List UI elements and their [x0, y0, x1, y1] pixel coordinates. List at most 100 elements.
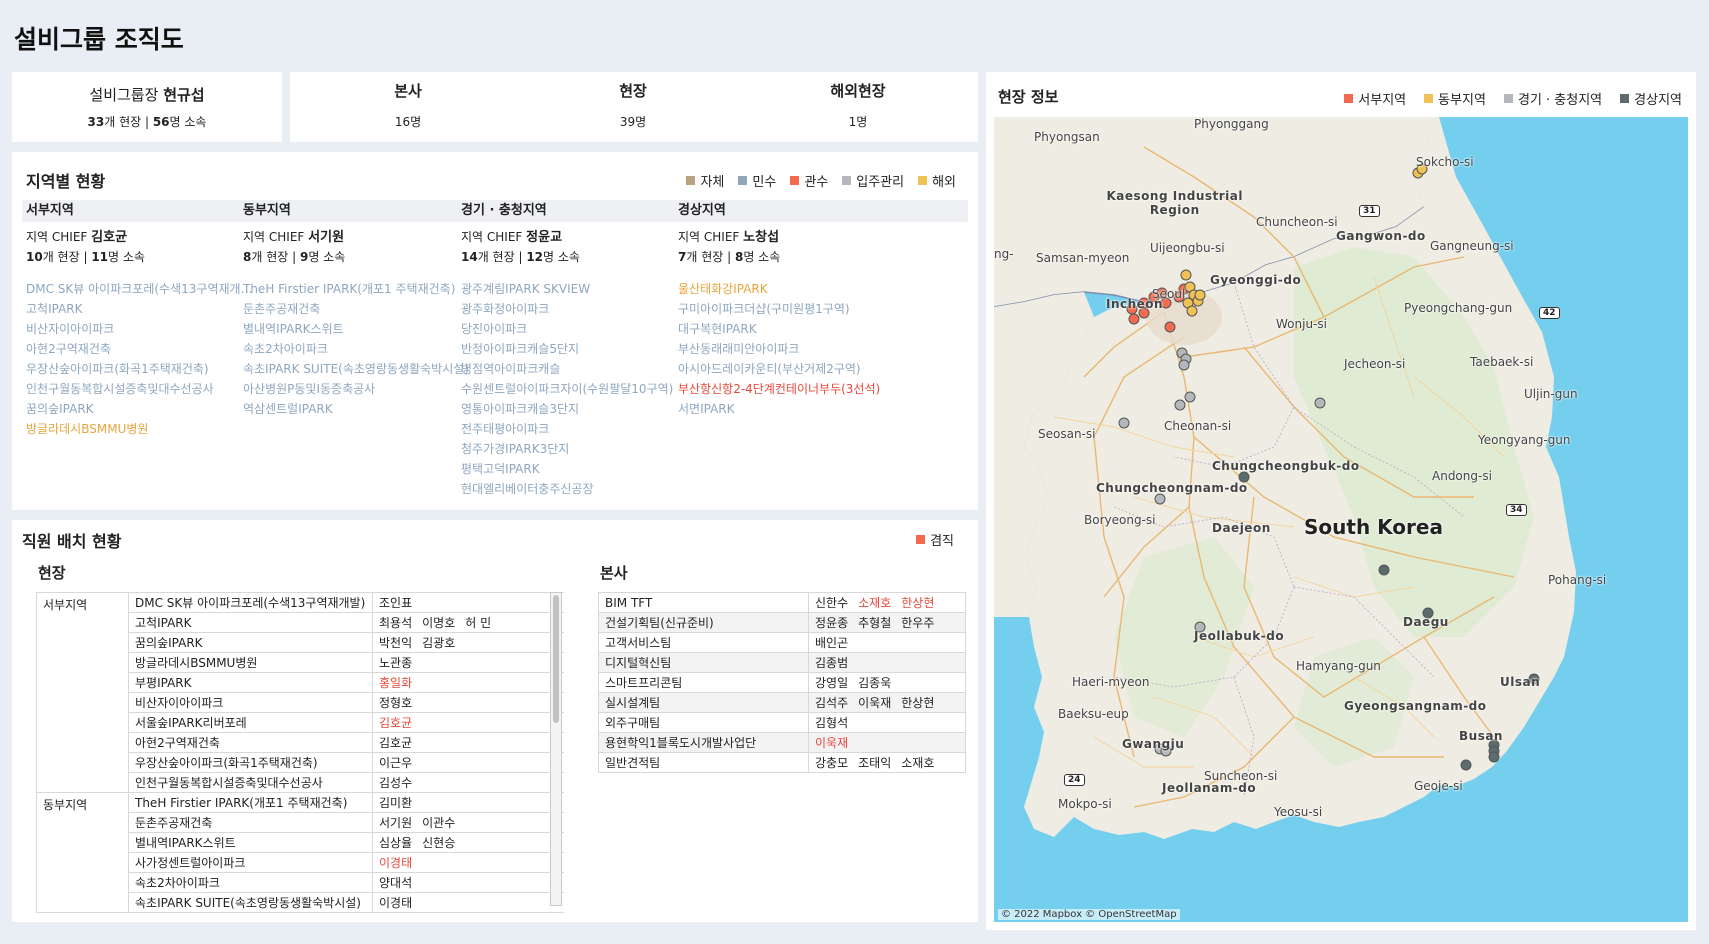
site-cell: 아현2구역재건축 [128, 732, 373, 753]
site-marker[interactable] [1180, 269, 1192, 281]
legend-label: 관수 [804, 175, 829, 190]
map-place-label: Hamyang-gun [1296, 659, 1381, 673]
map-legend-item[interactable]: 경상지역 [1620, 89, 1682, 108]
staff-cell: 김종범 [808, 652, 966, 673]
legend-item[interactable]: 민수 [738, 171, 776, 190]
map-legend-item[interactable]: 경기 · 충청지역 [1503, 89, 1602, 108]
site-link[interactable]: 광주계림IPARK SKVIEW [461, 279, 689, 299]
table-row[interactable]: BIM TFT 신한수 소재호 한상현 [598, 592, 966, 613]
site-marker[interactable] [1314, 397, 1326, 409]
site-marker[interactable] [1184, 391, 1196, 403]
site-link[interactable]: DMC SK뷰 아이파크포레(수색13구역재개발) [26, 279, 254, 299]
site-marker[interactable] [1174, 399, 1186, 411]
site-link[interactable]: 대구복현IPARK [678, 319, 906, 339]
site-link[interactable]: 울산태화강IPARK [678, 279, 906, 299]
site-link[interactable]: TheH Firstier IPARK(개포1 주택재건축) [243, 279, 471, 299]
site-link[interactable]: 평택고덕IPARK [461, 459, 689, 479]
korea-map[interactable]: Phyongsan Phyonggang Sokcho-si Kaesong Indu… [994, 117, 1688, 922]
legend-swatch [686, 176, 696, 185]
site-marker[interactable] [1460, 759, 1472, 771]
stat-label: 현장 [619, 82, 647, 100]
site-list: 울산태화강IPARK 구미아이파크더샵(구미원평1구역) 대구복현IPARK 부산동래… [674, 279, 904, 419]
table-row[interactable]: 동부지역 TheH Firstier IPARK(개포1 주택재건축) 김미환 [36, 792, 564, 913]
legend-item[interactable]: 관수 [790, 171, 828, 190]
site-link[interactable]: 비산자이아이파크 [26, 319, 254, 339]
site-link[interactable]: 서면IPARK [678, 399, 906, 419]
table-row[interactable]: 용현학익1블록도시개발사업단 이욱재 [598, 732, 966, 753]
site-marker[interactable] [1178, 359, 1190, 371]
region-site-count: 14 [461, 250, 478, 264]
region-cell: 동부지역 [36, 792, 129, 913]
site-link[interactable]: 전주태평아이파크 [461, 419, 689, 439]
hq-subtitle: 본사 [600, 564, 628, 582]
site-link[interactable]: 영통아이파크캐슬3단지 [461, 399, 689, 419]
site-link[interactable]: 청주가경IPARK3단지 [461, 439, 689, 459]
site-link[interactable]: 반정아이파크캐슬5단지 [461, 339, 689, 359]
region-site-suffix: 개 현장 | [477, 250, 527, 264]
staffing-legend: 겸직 [916, 530, 954, 549]
site-link[interactable]: 아현2구역재건축 [26, 339, 254, 359]
team-cell: 디지털혁신팀 [598, 652, 809, 673]
site-table-scrollbar[interactable] [550, 592, 562, 906]
legend-item[interactable]: 입주관리 [842, 171, 904, 190]
table-row[interactable]: 서부지역 DMC SK뷰 아이파크포레(수색13구역재개발) 조인표 [36, 592, 564, 793]
map-place-label: Sokcho-si [1416, 155, 1474, 169]
site-link[interactable]: 아시아드레이카운티(부산거제2구역) [678, 359, 906, 379]
site-link[interactable]: 병점역아이파크캐슬 [461, 359, 689, 379]
site-marker[interactable] [1118, 417, 1130, 429]
site-link[interactable]: 인천구월동복합시설증축및대수선공사 [26, 379, 254, 399]
staff-cell: 노관종 [372, 652, 564, 673]
staff-cell: 김호균 [372, 712, 564, 733]
site-link[interactable]: 속초IPARK SUITE(속초영랑동생활숙박시설) [243, 359, 471, 379]
site-marker[interactable] [1488, 751, 1500, 763]
site-link[interactable]: 부산항신항2-4단계컨테이너부두(3선석) [678, 379, 906, 399]
stat-label: 해외현장 [830, 82, 886, 100]
site-link[interactable]: 아산병원P동및I동증축공사 [243, 379, 471, 399]
site-marker[interactable] [1194, 289, 1206, 301]
staff-name: 조인표 [379, 596, 413, 610]
site-link[interactable]: 부산동래래미안아이파크 [678, 339, 906, 359]
legend-item[interactable]: 해외 [918, 171, 956, 190]
site-link[interactable]: 별내역IPARK스위트 [243, 319, 471, 339]
staff-name: 김호균 [379, 716, 413, 730]
site-link[interactable]: 방글라데시BSMMU병원 [26, 419, 254, 439]
site-link[interactable]: 고척IPARK [26, 299, 254, 319]
site-cell: 속초2차아이파크 [128, 872, 373, 893]
site-link[interactable]: 역삼센트럴IPARK [243, 399, 471, 419]
region-name: 동부지역 [243, 203, 291, 218]
staff-cell: 김호균 [372, 732, 564, 753]
site-link[interactable]: 둔촌주공재건축 [243, 299, 471, 319]
site-link[interactable]: 속초2차아이파크 [243, 339, 471, 359]
map-legend-item[interactable]: 동부지역 [1424, 89, 1486, 108]
site-cell: 인천구월동복합시설증축및대수선공사 [128, 772, 373, 793]
site-marker[interactable] [1378, 564, 1390, 576]
site-link[interactable]: 현대엘리베이터충주신공장 [461, 479, 689, 499]
site-link[interactable]: 수원센트럴아이파크자이(수원팔달10구역) [461, 379, 689, 399]
regional-status-card: 지역별 현황 자체 민수 관수 입주관리 해외 서부지역 지역 CHIEF 김호균 10개 … [12, 152, 978, 510]
site-marker[interactable] [1154, 493, 1166, 505]
region-column: 서부지역 지역 CHIEF 김호균 10개 현장 | 11명 소속 DMC SK뷰 아… [22, 200, 254, 439]
table-row[interactable]: 일반견적팀 강충모 조태익 소재호 [598, 752, 966, 773]
site-link[interactable]: 꿈의숲IPARK [26, 399, 254, 419]
table-row[interactable]: 고객서비스팀 배인곤 [598, 632, 966, 653]
table-row[interactable]: 건설기획팀(신규준비) 정윤종 추형철 한우주 [598, 612, 966, 633]
site-marker[interactable] [1186, 305, 1198, 317]
site-link[interactable]: 당진아이파크 [461, 319, 689, 339]
table-row[interactable]: 스마트프리콘팀 강영일 김종욱 [598, 672, 966, 693]
site-link[interactable]: 구미아이파크더샵(구미원평1구역) [678, 299, 906, 319]
site-link[interactable]: 우장산숲아이파크(화곡1주택재건축) [26, 359, 254, 379]
legend-item[interactable]: 자체 [686, 171, 724, 190]
staff-cell: 조인표 [372, 592, 564, 613]
chief-prefix: 지역 CHIEF [678, 230, 740, 244]
leader-name: 현규섭 [163, 86, 205, 104]
scroll-thumb[interactable] [553, 595, 559, 723]
team-cell: 건설기획팀(신규준비) [598, 612, 809, 633]
site-link[interactable]: 광주화정아이파크 [461, 299, 689, 319]
table-row[interactable]: 실시설계팀 김석주 이욱재 한상현 [598, 692, 966, 713]
map-place-label: Daegu [1403, 615, 1449, 629]
site-marker[interactable] [1128, 313, 1140, 325]
table-row[interactable]: 디지털혁신팀 김종범 [598, 652, 966, 673]
table-row[interactable]: 외주구매팀 김형석 [598, 712, 966, 733]
site-marker[interactable] [1164, 321, 1176, 333]
map-legend-item[interactable]: 서부지역 [1344, 89, 1406, 108]
